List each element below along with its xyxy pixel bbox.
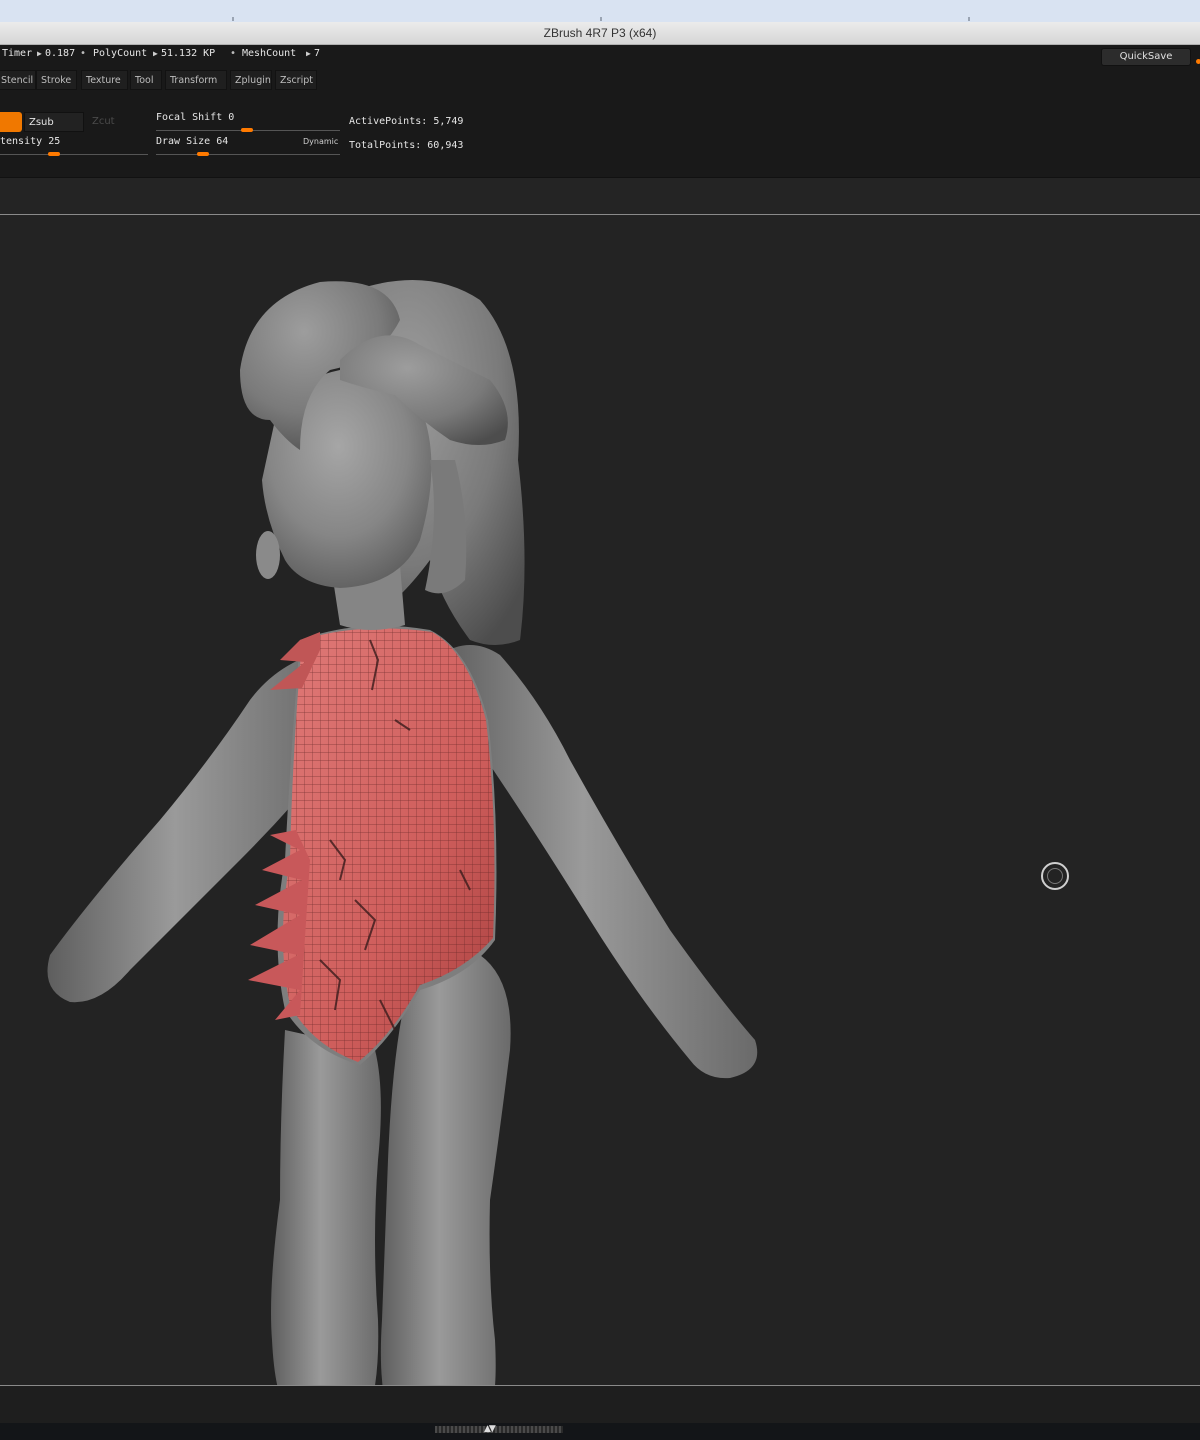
polycount-value: 51.132 KP bbox=[161, 48, 216, 59]
active-points-label: ActivePoints: bbox=[349, 116, 428, 127]
total-points-value: 60,943 bbox=[427, 140, 464, 151]
focal-shift-value: 0 bbox=[228, 112, 235, 123]
sculpt-model bbox=[47, 280, 758, 1385]
quicksave-button[interactable]: QuickSave bbox=[1101, 48, 1191, 66]
meshcount-label: MeshCount bbox=[242, 48, 297, 59]
triangle-right-icon: ▶ bbox=[37, 49, 42, 58]
zsub-button[interactable]: Zsub bbox=[24, 112, 84, 132]
draw-size-label: Draw Size bbox=[156, 136, 211, 147]
intensity-label: tensity bbox=[0, 136, 43, 147]
intensity-value: 25 bbox=[48, 136, 61, 147]
left-leg bbox=[271, 1030, 381, 1385]
menu-transform[interactable]: Transform bbox=[165, 70, 227, 90]
focal-shift-label: Focal Shift bbox=[156, 112, 223, 123]
zcut-button[interactable]: Zcut bbox=[92, 116, 115, 127]
timer-label: Timer bbox=[2, 48, 33, 59]
draw-size-slider-handle[interactable] bbox=[197, 152, 209, 156]
intensity-slider-handle[interactable] bbox=[48, 152, 60, 156]
draw-size-value: 64 bbox=[216, 136, 229, 147]
dynamic-button[interactable]: Dynamic bbox=[303, 137, 338, 146]
dot-separator-icon: • bbox=[230, 48, 237, 59]
total-points-readout: TotalPoints: 60,943 bbox=[349, 140, 463, 151]
ear bbox=[256, 531, 280, 579]
triangle-right-icon: ▶ bbox=[306, 49, 311, 58]
menu-stencil[interactable]: Stencil bbox=[0, 70, 36, 90]
draw-size-slider-label: Draw Size 64 bbox=[156, 136, 228, 147]
shelf-area bbox=[0, 177, 1200, 216]
desktop-divider bbox=[232, 17, 234, 21]
desktop-divider bbox=[968, 17, 970, 21]
draw-size-slider-track[interactable] bbox=[156, 154, 340, 155]
intensity-slider-track[interactable] bbox=[0, 154, 148, 155]
bottom-tray bbox=[0, 1423, 1200, 1440]
menu-stroke[interactable]: Stroke bbox=[36, 70, 77, 90]
active-points-readout: ActivePoints: 5,749 bbox=[349, 116, 463, 127]
menu-zscript[interactable]: Zscript bbox=[275, 70, 317, 90]
triangle-right-icon: ▶ bbox=[153, 49, 158, 58]
focal-shift-slider-label: Focal Shift 0 bbox=[156, 112, 234, 123]
timer-value: 0.187 bbox=[45, 48, 76, 59]
window-title: ZBrush 4R7 P3 (x64) bbox=[0, 22, 1200, 45]
document-canvas[interactable] bbox=[0, 215, 1200, 1385]
menu-zplugin[interactable]: Zplugin bbox=[230, 70, 272, 90]
menu-tool[interactable]: Tool bbox=[130, 70, 162, 90]
tray-toggle-arrows-icon[interactable]: ▲▼ bbox=[484, 1424, 496, 1434]
desktop-menubar bbox=[0, 0, 1200, 22]
active-points-value: 5,749 bbox=[433, 116, 464, 127]
tray-handle[interactable] bbox=[435, 1426, 563, 1433]
intensity-slider-label: tensity 25 bbox=[0, 136, 60, 147]
total-points-label: TotalPoints: bbox=[349, 140, 422, 151]
meshcount-value: 7 bbox=[314, 48, 321, 59]
zadd-toggle[interactable] bbox=[0, 112, 22, 132]
desktop-divider bbox=[600, 17, 602, 21]
menu-texture[interactable]: Texture bbox=[81, 70, 128, 90]
app-header bbox=[0, 45, 1200, 177]
brush-cursor-ring-icon bbox=[1041, 862, 1069, 890]
focal-shift-slider-handle[interactable] bbox=[241, 128, 253, 132]
polycount-label: PolyCount bbox=[93, 48, 148, 59]
quicksave-indicator-icon bbox=[1196, 59, 1200, 64]
dot-separator-icon: • bbox=[80, 48, 87, 59]
